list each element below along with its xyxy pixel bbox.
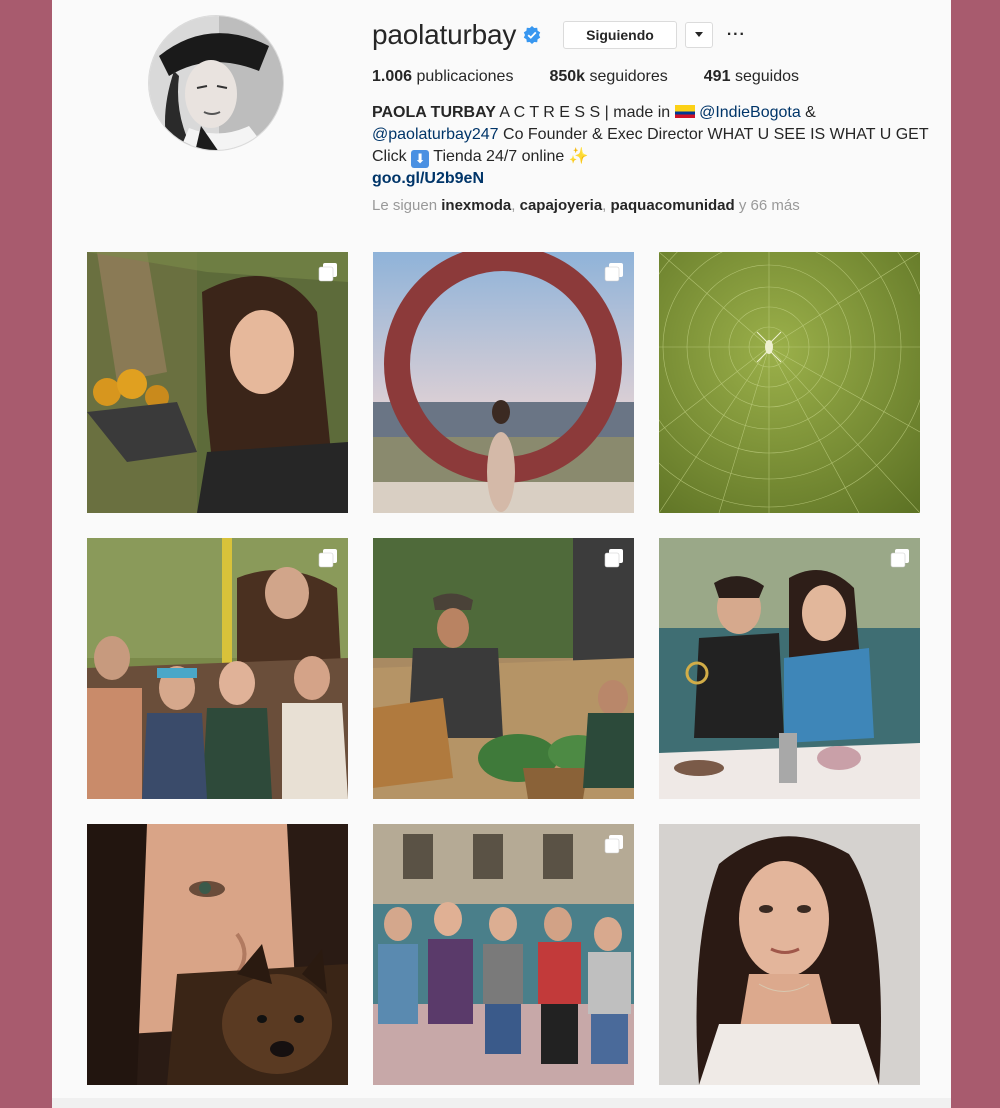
multiple-photos-icon xyxy=(604,263,623,282)
sparkles-emoji-icon: ✨ xyxy=(568,148,589,165)
follower-link-inexmoda[interactable]: inexmoda xyxy=(441,197,511,214)
mention-paolaturbay247-link[interactable]: @paolaturbay247 xyxy=(372,126,499,143)
bio-text: A C T R E S S | made in xyxy=(495,104,675,121)
caret-down-icon xyxy=(694,32,703,37)
colombia-flag-icon xyxy=(674,105,695,118)
full-name: PAOLA TURBAY xyxy=(372,104,496,121)
username: paolaturbay xyxy=(372,19,517,50)
follower-link-paquacomunidad[interactable]: paquacomunidad xyxy=(611,197,735,214)
post-thumbnail[interactable] xyxy=(87,252,348,513)
post-thumbnail[interactable] xyxy=(373,252,634,513)
options-more-button[interactable]: ··· xyxy=(727,26,746,44)
username-row: paolaturbay Siguiendo ··· xyxy=(372,18,746,52)
following-button[interactable]: Siguiendo xyxy=(563,21,677,49)
multiple-photos-icon xyxy=(604,835,623,854)
multiple-photos-icon xyxy=(318,549,337,568)
post-thumbnail[interactable] xyxy=(87,538,348,799)
post-image xyxy=(659,538,920,799)
post-image xyxy=(659,824,920,1085)
posts-count: 1.006 publicaciones xyxy=(372,68,514,85)
followed-by-text: Le siguen inexmoda, capajoyeria, paquaco… xyxy=(372,197,800,214)
post-image xyxy=(87,824,348,1085)
post-thumbnail[interactable] xyxy=(373,538,634,799)
down-arrow-emoji-icon: ⬇ xyxy=(411,150,430,168)
mention-indiebogota-link[interactable]: @IndieBogota xyxy=(699,104,801,121)
post-thumbnail[interactable] xyxy=(659,252,920,513)
bottom-strip xyxy=(52,1098,951,1108)
following-count[interactable]: 491 seguidos xyxy=(704,68,799,86)
bio-website-link[interactable]: goo.gl/U2b9eN xyxy=(372,170,484,187)
suggestions-dropdown-button[interactable] xyxy=(684,22,713,48)
post-thumbnail[interactable] xyxy=(87,824,348,1085)
profile-avatar[interactable] xyxy=(148,15,284,151)
post-thumbnail[interactable] xyxy=(659,824,920,1085)
post-image xyxy=(87,252,348,513)
profile-bio: PAOLA TURBAY A C T R E S S | made in @In… xyxy=(372,104,929,187)
post-image xyxy=(373,824,634,1085)
post-image xyxy=(87,538,348,799)
multiple-photos-icon xyxy=(604,549,623,568)
followers-count[interactable]: 850k seguidores xyxy=(549,68,667,86)
profile-stats: 1.006 publicaciones 850k seguidores 491 … xyxy=(372,68,835,86)
multiple-photos-icon xyxy=(318,263,337,282)
profile-panel: paolaturbay Siguiendo ··· 1.006 publicac… xyxy=(52,0,951,1108)
posts-grid xyxy=(87,252,920,1085)
post-thumbnail[interactable] xyxy=(373,824,634,1085)
post-image xyxy=(373,538,634,799)
verified-badge-icon xyxy=(523,26,541,44)
post-image xyxy=(373,252,634,513)
multiple-photos-icon xyxy=(890,549,909,568)
post-image xyxy=(659,252,920,513)
follower-link-capajoyeria[interactable]: capajoyeria xyxy=(520,197,603,214)
avatar-image xyxy=(149,16,283,150)
post-thumbnail[interactable] xyxy=(659,538,920,799)
